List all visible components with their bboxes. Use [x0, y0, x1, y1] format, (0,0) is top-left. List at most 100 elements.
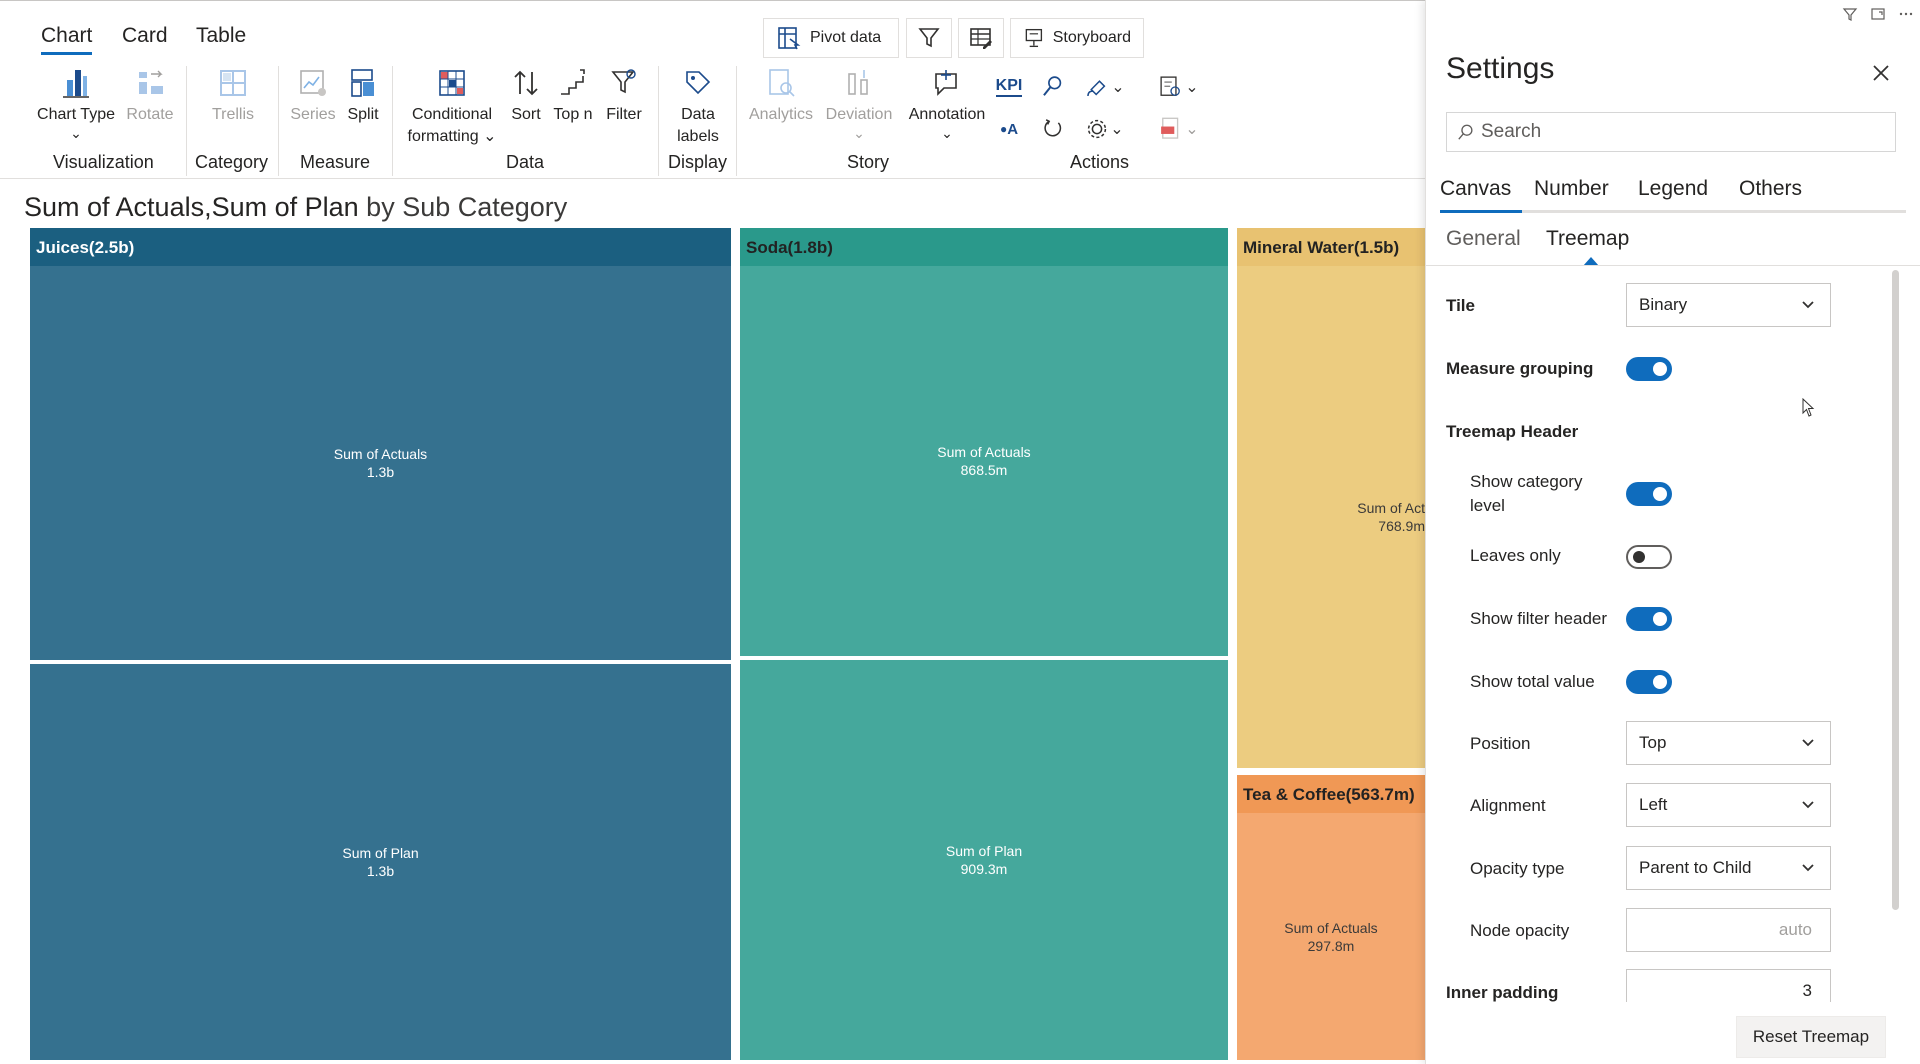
treemap-node[interactable]: Sum of Plan 909.3m — [740, 660, 1228, 1060]
treemap-category-juices[interactable]: Juices(2.5b) Sum of Actuals 1.3b Sum of Pla… — [30, 228, 731, 1060]
chart-type-button[interactable]: Chart Type ⌄ — [34, 66, 118, 140]
pdf-export-button[interactable]: ⌄ — [1150, 112, 1206, 146]
trellis-label: Trellis — [211, 106, 255, 123]
deviation-label: Deviation — [825, 106, 893, 123]
data-labels-button[interactable]: Data labels — [670, 66, 726, 148]
sort-button[interactable]: Sort — [506, 66, 546, 126]
search-input[interactable]: Search — [1446, 112, 1896, 152]
focus-mode-icon[interactable] — [1870, 6, 1886, 22]
tab-others[interactable]: Others — [1739, 177, 1802, 201]
funnel-gear-icon — [918, 28, 940, 48]
annotation-icon — [935, 70, 957, 96]
search-placeholder: Search — [1481, 121, 1542, 142]
leaves-only-toggle[interactable] — [1626, 545, 1672, 569]
group-category: Category — [195, 152, 269, 172]
paint-brush-button[interactable]: ⌄ — [1078, 70, 1130, 104]
oa-button[interactable]: ● A — [992, 112, 1026, 146]
tab-legend[interactable]: Legend — [1638, 177, 1708, 201]
opacity-type-value: Parent to Child — [1639, 858, 1752, 877]
inner-padding-input[interactable]: 3 — [1626, 969, 1831, 1002]
storyboard-icon — [1025, 28, 1043, 48]
ribbon-separator — [658, 66, 659, 176]
panel-top-icons — [1842, 6, 1914, 22]
opacity-type-select[interactable]: Parent to Child — [1626, 846, 1831, 890]
tab-chart[interactable]: Chart — [41, 24, 93, 55]
treemap-category-tea[interactable]: Tea & Coffee(563.7m) Sum of Actuals 297.8m — [1237, 775, 1425, 1060]
storyboard-label: Storyboard — [1052, 29, 1131, 46]
treemap-node[interactable]: Sum of Plan 1.3b — [30, 664, 731, 1060]
split-button[interactable]: Split — [342, 66, 384, 126]
analytics-label: Analytics — [748, 106, 814, 123]
ribbon-separator — [186, 66, 187, 176]
treemap-header[interactable]: Tea & Coffee(563.7m) — [1237, 775, 1425, 813]
tile-select[interactable]: Binary — [1626, 283, 1831, 327]
treemap-node[interactable]: Sum of Act 768.9m — [1237, 266, 1425, 768]
top-n-button[interactable]: Top n — [550, 66, 596, 126]
alignment-value: Left — [1639, 795, 1668, 814]
settings-gear-button[interactable]: ⌄ — [1078, 112, 1130, 146]
treemap-node-label: Sum of Actuals — [333, 446, 428, 462]
filter-icon[interactable] — [1842, 6, 1858, 22]
refresh-icon — [1044, 119, 1062, 137]
tab-canvas[interactable]: Canvas — [1440, 177, 1511, 201]
reset-treemap-button[interactable]: Reset Treemap — [1736, 1016, 1886, 1058]
subtab-treemap[interactable]: Treemap — [1546, 227, 1629, 251]
sort-label: Sort — [511, 106, 541, 123]
treemap-category-mineral[interactable]: Mineral Water(1.5b) Sum of Act 768.9m — [1237, 228, 1425, 768]
treemap-node[interactable]: Sum of Actuals 868.5m — [740, 266, 1228, 656]
trellis-button[interactable]: Trellis — [205, 66, 261, 126]
sort-icon — [514, 70, 538, 96]
show-filter-header-toggle[interactable] — [1626, 607, 1672, 631]
treemap-category-soda[interactable]: Soda(1.8b) Sum of Actuals 868.5m Sum of Pla… — [740, 228, 1228, 1060]
show-category-level-label: Show category level — [1470, 472, 1583, 515]
annotation-button[interactable]: Annotation ⌄ — [902, 66, 992, 140]
export-settings-button[interactable]: ⌄ — [1150, 70, 1206, 104]
tab-number[interactable]: Number — [1534, 177, 1609, 201]
treemap-node[interactable]: Sum of Actuals 297.8m — [1237, 813, 1425, 1060]
group-actions: Actions — [1070, 152, 1130, 172]
storyboard-button[interactable]: Storyboard — [1010, 18, 1144, 58]
subtab-general[interactable]: General — [1446, 227, 1521, 251]
analytics-button[interactable]: Analytics — [746, 66, 816, 126]
split-icon — [351, 69, 374, 97]
panel-scrollbar[interactable] — [1892, 270, 1899, 910]
subtab-divider — [1426, 265, 1920, 266]
tab-table[interactable]: Table — [196, 24, 246, 48]
alignment-select[interactable]: Left — [1626, 783, 1831, 827]
more-options-icon[interactable] — [1898, 6, 1914, 22]
filter-settings-button[interactable] — [906, 18, 952, 58]
show-category-level-toggle[interactable] — [1626, 482, 1672, 506]
deviation-button[interactable]: Deviation ⌄ — [822, 66, 896, 140]
measure-grouping-toggle[interactable] — [1626, 357, 1672, 381]
treemap-node-label: Sum of Plan — [945, 843, 1023, 859]
rotate-button[interactable]: Rotate — [122, 66, 178, 126]
treemap-node[interactable]: Sum of Actuals 1.3b — [30, 266, 731, 660]
ribbon: Chart Card Table Pivot data Storyboard C… — [0, 4, 1425, 179]
pivot-data-label: Pivot data — [810, 29, 882, 46]
tab-card[interactable]: Card — [122, 24, 168, 48]
treemap-node-label: Sum of Plan — [342, 845, 419, 861]
opacity-type-label: Opacity type — [1470, 859, 1565, 878]
chart-title: Sum of Actuals,Sum of Plan by Sub Catego… — [24, 192, 567, 223]
conditional-formatting-icon — [439, 70, 465, 96]
position-select[interactable]: Top — [1626, 721, 1831, 765]
magnifier-button[interactable] — [1036, 70, 1070, 104]
show-total-value-toggle[interactable] — [1626, 670, 1672, 694]
filter-button[interactable]: Filter — [602, 66, 646, 126]
analytics-icon — [769, 69, 795, 97]
table-edit-button[interactable] — [958, 18, 1004, 58]
treemap-header[interactable]: Mineral Water(1.5b) — [1237, 228, 1425, 266]
tile-value: Binary — [1639, 295, 1688, 314]
treemap-header[interactable]: Juices(2.5b) — [30, 228, 731, 266]
position-label: Position — [1470, 734, 1531, 753]
chevron-down-icon: ⌄ — [941, 125, 953, 141]
position-value: Top — [1639, 733, 1667, 752]
pivot-data-button[interactable]: Pivot data — [763, 18, 899, 58]
refresh-button[interactable] — [1036, 112, 1070, 146]
kpi-button[interactable]: KPI — [992, 70, 1026, 104]
treemap-header[interactable]: Soda(1.8b) — [740, 228, 1228, 266]
close-icon[interactable] — [1870, 62, 1892, 84]
conditional-formatting-button[interactable]: Conditional formatting ⌄ — [404, 66, 500, 148]
node-opacity-input[interactable]: auto — [1626, 908, 1831, 952]
series-button[interactable]: Series — [288, 66, 338, 126]
